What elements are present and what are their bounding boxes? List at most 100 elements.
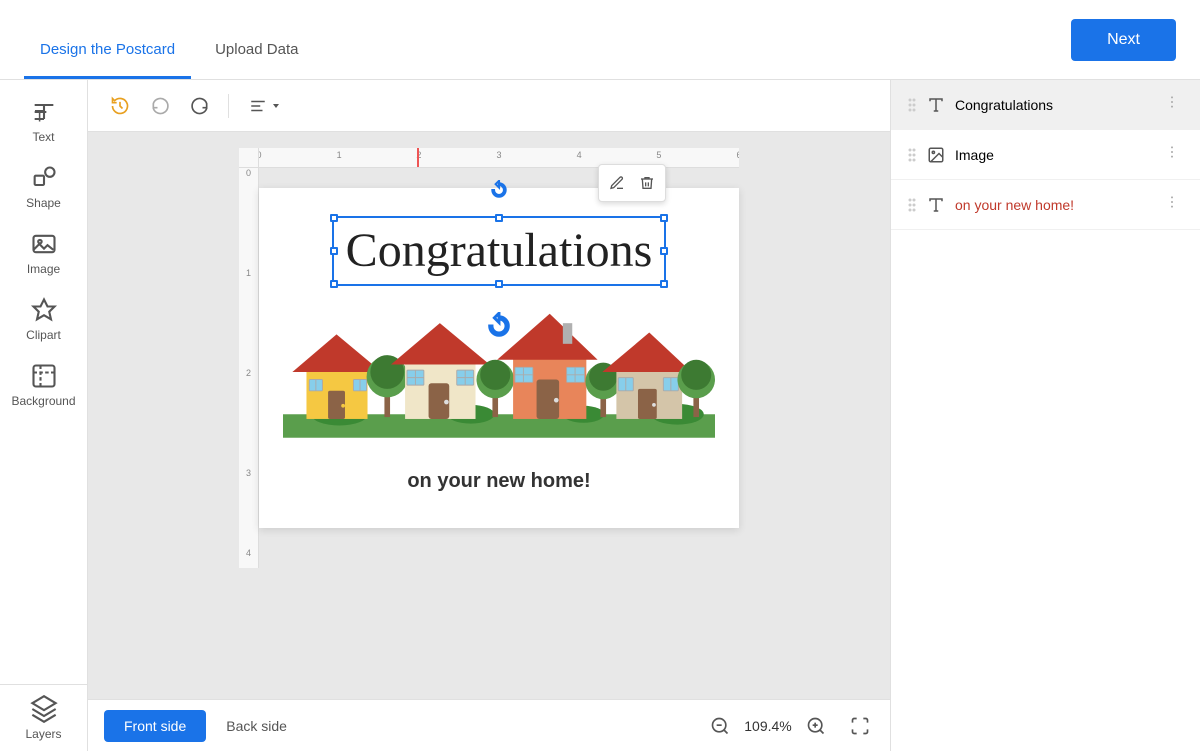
layer-more-subtext[interactable]	[1160, 192, 1184, 217]
handle-bl[interactable]	[330, 280, 338, 288]
header: Design the Postcard Upload Data Next	[0, 0, 1200, 80]
drag-dots-icon-3	[907, 197, 917, 213]
sidebar-item-text[interactable]: T Text	[0, 88, 87, 154]
sidebar-layers-label: Layers	[25, 727, 61, 741]
undo-icon	[150, 96, 170, 116]
canvas-area: 0 1 2 3 4 5 6 0 1	[88, 80, 890, 751]
front-side-button[interactable]: Front side	[104, 710, 206, 742]
redo-btn[interactable]	[184, 90, 216, 122]
element-actions	[598, 164, 666, 202]
toolbar	[88, 80, 890, 132]
layer-label-subtext: on your new home!	[955, 197, 1150, 213]
back-side-button[interactable]: Back side	[206, 710, 307, 742]
layer-item-congratulations[interactable]: Congratulations	[891, 80, 1200, 130]
rotate-handle[interactable]	[489, 180, 509, 200]
pencil-icon	[609, 175, 625, 191]
handle-mr[interactable]	[660, 247, 668, 255]
more-icon-3	[1164, 194, 1180, 210]
sidebar-text-label: Text	[32, 130, 54, 144]
layer-text-icon-1	[927, 96, 945, 114]
svg-text:T: T	[34, 107, 44, 125]
layers-icon	[30, 695, 58, 723]
fullscreen-icon	[850, 716, 870, 736]
postcard[interactable]: Congratulations	[259, 188, 739, 528]
sidebar-clipart-label: Clipart	[26, 328, 61, 342]
left-sidebar: T Text Shape Image Clipart	[0, 80, 88, 751]
layer-label-image: Image	[955, 147, 1150, 163]
toolbar-divider	[228, 94, 229, 118]
handle-ml[interactable]	[330, 247, 338, 255]
layer-image-icon	[927, 146, 945, 164]
sidebar-item-background[interactable]: Background	[0, 352, 87, 418]
tabs: Design the Postcard Upload Data	[24, 0, 322, 79]
zoom-controls: 109.4%	[706, 712, 874, 740]
chevron-down-icon	[271, 101, 281, 111]
congratulations-text: Congratulations	[346, 222, 653, 280]
image-layer-icon	[927, 146, 945, 164]
handle-bc[interactable]	[495, 280, 503, 288]
bottom-bar: Front side Back side 109.4%	[88, 699, 890, 751]
tab-design[interactable]: Design the Postcard	[24, 41, 191, 79]
right-panel: Congratulations	[890, 80, 1200, 751]
layer-item-subtext[interactable]: on your new home!	[891, 180, 1200, 230]
sidebar-shape-label: Shape	[26, 196, 61, 210]
sidebar-item-layers[interactable]: Layers	[0, 684, 87, 751]
ruler-vertical: 0 1 2 3 4	[239, 168, 259, 568]
layer-text-icon-2	[927, 196, 945, 214]
tab-upload[interactable]: Upload Data	[199, 41, 314, 79]
text-layer-icon-2	[927, 196, 945, 214]
shape-icon	[30, 164, 58, 192]
next-button[interactable]: Next	[1071, 19, 1176, 61]
text-layer-icon	[927, 96, 945, 114]
more-icon-1	[1164, 94, 1180, 110]
image-icon	[30, 230, 58, 258]
history-btn[interactable]	[104, 90, 136, 122]
trash-icon	[639, 175, 655, 191]
layer-label-congratulations: Congratulations	[955, 97, 1150, 113]
clipart-icon	[30, 296, 58, 324]
layer-more-image[interactable]	[1160, 142, 1184, 167]
drag-handle-congratulations[interactable]	[907, 97, 917, 113]
zoom-out-button[interactable]	[706, 712, 734, 740]
background-icon	[30, 362, 58, 390]
undo-btn[interactable]	[144, 90, 176, 122]
sidebar-item-clipart[interactable]: Clipart	[0, 286, 87, 352]
drag-handle-image[interactable]	[907, 147, 917, 163]
handle-tl[interactable]	[330, 214, 338, 222]
text-icon: T	[30, 98, 58, 126]
ruler-corner	[239, 148, 259, 168]
handle-tc[interactable]	[495, 214, 503, 222]
houses-illustration	[283, 302, 715, 442]
drag-dots-icon-2	[907, 147, 917, 163]
edit-button[interactable]	[603, 169, 631, 197]
canvas-wrapper[interactable]: 0 1 2 3 4 5 6 0 1	[88, 132, 890, 699]
rotate-icon	[489, 180, 509, 200]
layer-more-congratulations[interactable]	[1160, 92, 1184, 117]
handle-br[interactable]	[660, 280, 668, 288]
sidebar-item-image[interactable]: Image	[0, 220, 87, 286]
selected-congratulations[interactable]: Congratulations	[332, 208, 667, 286]
zoom-level: 109.4%	[742, 718, 794, 734]
ruler-horizontal: 0 1 2 3 4 5 6	[259, 148, 739, 168]
sidebar-item-shape[interactable]: Shape	[0, 154, 87, 220]
zoom-out-icon	[710, 716, 730, 736]
main-layout: T Text Shape Image Clipart	[0, 80, 1200, 751]
drag-dots-icon	[907, 97, 917, 113]
image-rotate-icon	[485, 312, 513, 340]
zoom-in-icon	[806, 716, 826, 736]
delete-button[interactable]	[633, 169, 661, 197]
layer-item-image[interactable]: Image	[891, 130, 1200, 180]
redo-icon	[190, 96, 210, 116]
sidebar-background-label: Background	[11, 394, 75, 408]
sidebar-image-label: Image	[27, 262, 60, 276]
drag-handle-subtext[interactable]	[907, 197, 917, 213]
zoom-in-button[interactable]	[802, 712, 830, 740]
fullscreen-button[interactable]	[846, 712, 874, 740]
more-icon-2	[1164, 144, 1180, 160]
image-rotate-handle[interactable]	[485, 312, 513, 345]
history-icon	[110, 96, 130, 116]
selection-box: Congratulations	[332, 216, 667, 286]
align-button[interactable]	[241, 91, 289, 121]
canvas-container: 0 1 2 3 4 5 6 0 1	[239, 148, 739, 528]
handle-tr[interactable]	[660, 214, 668, 222]
